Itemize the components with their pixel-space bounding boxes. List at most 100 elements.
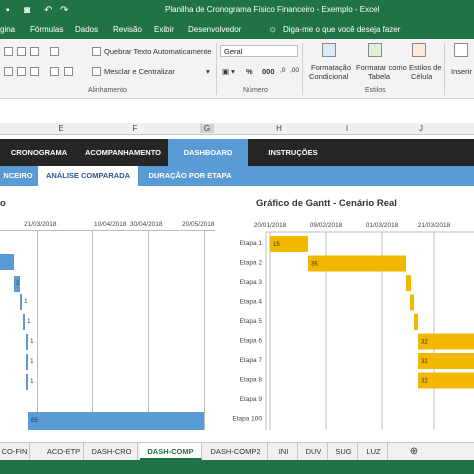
left-date-label: 21/03/2018 xyxy=(24,221,57,228)
gantt-category-label: Etapa 1 xyxy=(240,240,263,247)
tab-developer[interactable]: Desenvolvedor xyxy=(188,25,241,34)
sheet-tab-dash-cro[interactable]: DASH-CRO xyxy=(86,443,138,460)
tab-review[interactable]: Revisão xyxy=(113,25,142,34)
add-sheet-icon[interactable]: ⊕ xyxy=(404,443,424,460)
left-date-label: 20/05/2018 xyxy=(182,221,215,228)
align-center-icon[interactable] xyxy=(17,67,26,76)
ribbon: Quebrar Texto Automaticamente Mesclar e … xyxy=(0,39,474,99)
column-header-h[interactable]: H xyxy=(272,124,286,133)
align-top-icon[interactable] xyxy=(4,47,13,56)
conditional-formatting-icon[interactable] xyxy=(322,43,336,57)
insert-button[interactable]: Inserir xyxy=(451,67,472,76)
gantt-bar-label: 15 xyxy=(273,242,280,248)
conditional-formatting-line1[interactable]: Formatação xyxy=(311,63,351,72)
outdent-icon[interactable] xyxy=(64,67,73,76)
column-header-g[interactable]: G xyxy=(200,124,214,133)
format-as-table-line1[interactable]: Formatar como xyxy=(356,63,407,72)
orientation-icon[interactable] xyxy=(50,47,59,56)
format-as-table-icon[interactable] xyxy=(368,43,382,57)
align-right-icon[interactable] xyxy=(30,67,39,76)
sub-tab-financeiro[interactable]: NCEIRO xyxy=(0,166,36,186)
gantt-category-label: Etapa 5 xyxy=(240,318,263,325)
sub-tab-analise-comparada[interactable]: ANÁLISE COMPARADA xyxy=(38,166,138,186)
gantt-category-label: Etapa 7 xyxy=(240,357,263,364)
window-title: Planilha de Cronograma Físico Financeiro… xyxy=(165,5,380,14)
tab-data[interactable]: Dados xyxy=(75,25,98,34)
camera-icon[interactable]: ◙ xyxy=(24,5,30,16)
align-middle-icon[interactable] xyxy=(17,47,26,56)
sheet-tab-ini[interactable]: INI xyxy=(270,443,298,460)
nav-tab-acompanhamento[interactable]: ACOMPANHAMENTO xyxy=(78,139,168,166)
wrap-text-button[interactable]: Quebrar Texto Automaticamente xyxy=(104,47,211,56)
dashboard-subnav: NCEIRO ANÁLISE COMPARADA DURAÇÃO POR ETA… xyxy=(0,166,474,186)
formula-bar-area xyxy=(0,99,474,123)
left-bar xyxy=(26,334,28,350)
merge-center-button[interactable]: Mesclar e Centralizar xyxy=(104,67,175,76)
lightbulb-icon: ☼ xyxy=(268,24,278,35)
status-bar xyxy=(0,460,474,474)
left-date-label: 30/04/2018 xyxy=(130,221,163,228)
indent-icon[interactable] xyxy=(50,67,59,76)
column-header-e[interactable]: E xyxy=(54,124,68,133)
tab-formulas[interactable]: Fórmulas xyxy=(30,25,63,34)
cell-styles-line2[interactable]: Célula xyxy=(411,72,432,81)
gantt-x-tick-label: 09/02/2018 xyxy=(310,222,343,229)
left-bar: 65 xyxy=(28,412,204,430)
sheet-tab-aco-etp[interactable]: ACO-ETP xyxy=(44,443,84,460)
column-header-f[interactable]: F xyxy=(128,124,142,133)
format-as-table-line2[interactable]: Tabela xyxy=(368,72,390,81)
left-bar-label: 1 xyxy=(24,298,28,305)
divider xyxy=(444,43,445,95)
left-bar xyxy=(20,294,22,310)
currency-icon[interactable]: ▣ ▾ xyxy=(222,67,235,76)
align-bottom-icon[interactable] xyxy=(30,47,39,56)
thousands-icon[interactable]: 000 xyxy=(262,67,275,76)
sub-tab-duracao-por-etapa[interactable]: DURAÇÃO POR ETAPA xyxy=(140,166,240,186)
sheet-tabs-bar: CO-FIN ACO-ETP DASH-CRO DASH-COMP DASH-C… xyxy=(0,442,474,460)
sheet-tab-dash-comp2[interactable]: DASH-COMP2 xyxy=(204,443,268,460)
sheet-tab-luz[interactable]: LUZ xyxy=(360,443,388,460)
tab-page-layout[interactable]: gina xyxy=(0,25,15,34)
decrease-decimal-icon[interactable]: ,00 xyxy=(290,67,299,74)
align-left-icon[interactable] xyxy=(4,67,13,76)
save-icon[interactable]: ▪ xyxy=(6,5,10,16)
merge-center-icon[interactable] xyxy=(92,67,101,76)
column-headers: E F G H I J xyxy=(0,123,474,135)
cell-styles-icon[interactable] xyxy=(412,43,426,57)
nav-tab-instrucoes[interactable]: INSTRUÇÕES xyxy=(248,139,338,166)
nav-tab-cronograma[interactable]: CRONOGRAMA xyxy=(0,139,78,166)
undo-icon[interactable]: ↶ xyxy=(44,5,52,16)
gantt-bar xyxy=(406,275,411,291)
gantt-chart: 20/01/2018 09/02/2018 01/03/2018 21/03/2018… xyxy=(232,222,474,430)
nav-tab-dashboard[interactable]: DASHBOARD xyxy=(168,139,248,166)
tab-view[interactable]: Exibir xyxy=(154,25,174,34)
cell-styles-line1[interactable]: Estilos de xyxy=(409,63,442,72)
sheet-tab-sug[interactable]: SUG xyxy=(330,443,358,460)
divider xyxy=(216,43,217,95)
chevron-down-icon[interactable]: ▾ xyxy=(206,67,210,76)
redo-icon[interactable]: ↷ xyxy=(60,5,68,16)
divider xyxy=(302,43,303,95)
insert-icon[interactable] xyxy=(454,43,468,57)
number-format-combo[interactable]: Geral xyxy=(220,45,298,57)
sheet-tab-co-fin[interactable]: CO-FIN xyxy=(0,443,30,460)
gantt-bar-label: 36 xyxy=(311,262,318,268)
gantt-x-tick-label: 01/03/2018 xyxy=(366,222,399,229)
conditional-formatting-line2[interactable]: Condicional xyxy=(309,72,348,81)
percent-icon[interactable]: % xyxy=(246,67,253,76)
gantt-category-label: Etapa 8 xyxy=(240,377,263,384)
increase-decimal-icon[interactable]: ,0 xyxy=(280,67,285,74)
gantt-category-label: Etapa 6 xyxy=(240,338,263,345)
gantt-bar xyxy=(308,255,406,272)
sheet-tab-duv[interactable]: DUV xyxy=(300,443,328,460)
sheet-tab-dash-comp[interactable]: DASH-COMP xyxy=(140,443,202,460)
column-header-i[interactable]: I xyxy=(340,124,354,133)
left-date-label: 10/04/2018 xyxy=(94,221,127,228)
gantt-bar-label: 32 xyxy=(421,379,428,385)
left-bar-label: 65 xyxy=(31,418,38,424)
gantt-bar xyxy=(414,314,418,330)
tell-me-box[interactable]: Diga-me o que você deseja fazer xyxy=(283,25,400,34)
column-header-j[interactable]: J xyxy=(414,124,428,133)
gantt-x-tick-label: 20/01/2018 xyxy=(254,222,287,229)
wrap-text-icon[interactable] xyxy=(92,47,101,56)
